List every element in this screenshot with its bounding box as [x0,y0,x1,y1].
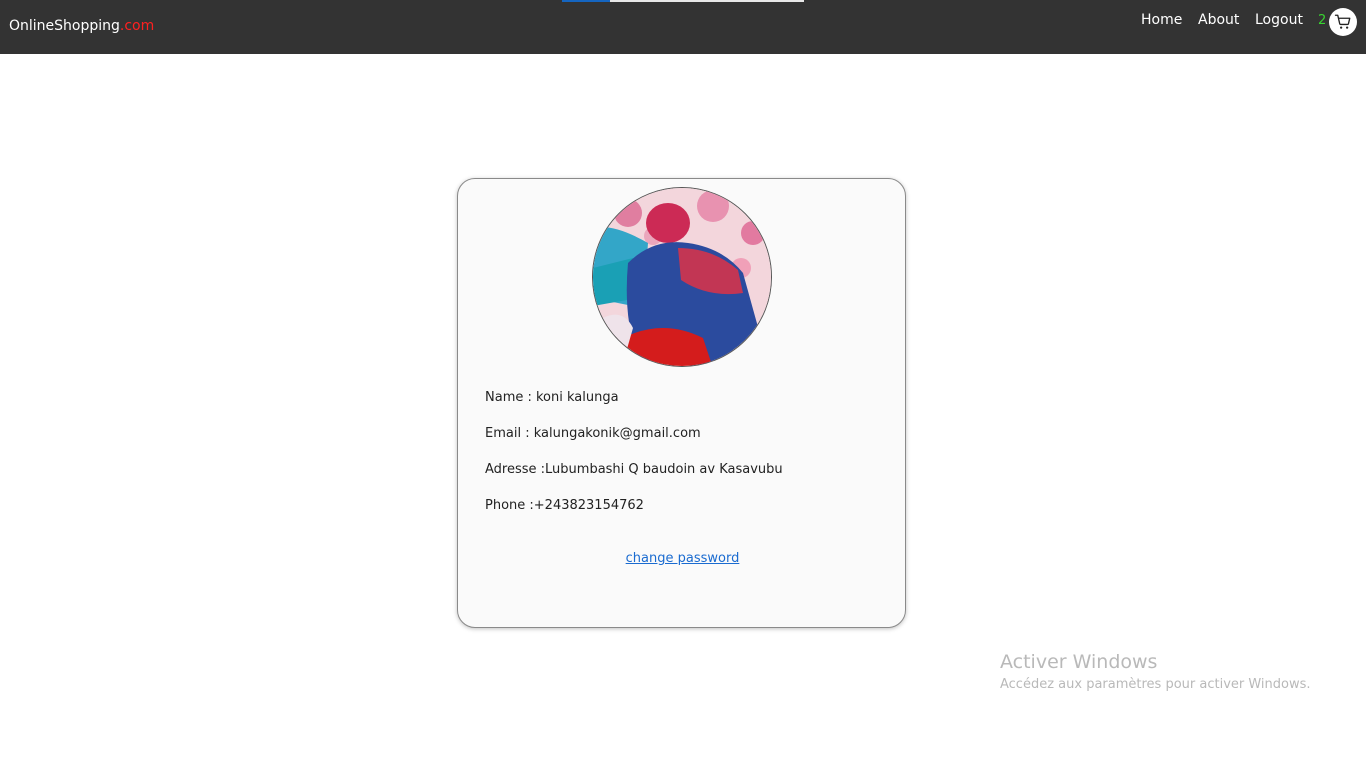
brand-name: OnlineShopping [9,18,120,34]
page-load-progress-fill [562,0,611,2]
profile-name: Name : koni kalunga [485,390,619,405]
brand-tld: .com [119,18,155,34]
nav-link-logout[interactable]: Logout [1255,12,1303,28]
profile-photo [593,188,771,366]
nav-link-home[interactable]: Home [1141,12,1182,28]
profile-card: Name : koni kalunga Email : kalungakonik… [457,178,906,628]
profile-phone: Phone :+243823154762 [485,498,644,513]
windows-activation-title: Activer Windows [1000,651,1158,673]
top-navbar: OnlineShopping.com Home About Logout 2 [0,0,1366,54]
profile-address: Adresse :Lubumbashi Q baudoin av Kasavub… [485,462,783,477]
nav-link-about[interactable]: About [1198,12,1239,28]
change-password-link[interactable]: change password [458,551,907,566]
cart-button[interactable] [1329,8,1357,36]
profile-avatar [592,187,772,367]
cart-icon [1334,14,1351,29]
windows-activation-subtitle: Accédez aux paramètres pour activer Wind… [1000,677,1311,692]
brand-logo[interactable]: OnlineShopping.com [9,18,154,34]
page-load-progress [562,0,804,2]
profile-email: Email : kalungakonik@gmail.com [485,426,701,441]
cart-count-badge: 2 [1318,13,1327,28]
